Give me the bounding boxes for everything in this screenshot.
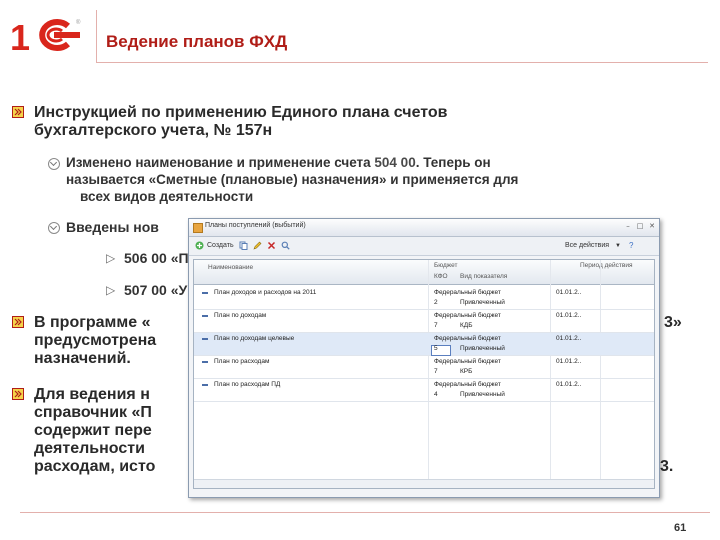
bullet-2-line-1-end: 3» <box>664 314 682 331</box>
row-item-icon <box>202 361 208 363</box>
chevron-down-icon[interactable]: ▼ <box>615 240 621 252</box>
row-type: Привлеченный <box>460 345 505 352</box>
row-period: 01.01.2.. <box>556 381 582 388</box>
sub-bullet-1-line-2: называется «Сметные (плановые) назначени… <box>66 172 519 187</box>
bullet-1-line-1: Инструкцией по применению Единого плана … <box>34 104 448 121</box>
edit-icon[interactable] <box>253 241 262 250</box>
triangle-bullet-icon: ▷ <box>106 283 116 297</box>
sub-bullet-chevron-icon <box>48 222 60 234</box>
row-name: План доходов и расходов на 2011 <box>214 289 317 296</box>
sub-bullet-1-line-1: Изменено наименование и применение счета… <box>66 155 491 170</box>
bullet-1-line-2: бухгалтерского учета, № 157н <box>34 122 273 139</box>
arrow-item-507: 507 00 «У <box>124 282 188 298</box>
row-kfo: 5 <box>434 345 438 352</box>
row-name: План по расходам <box>214 358 270 365</box>
row-budget: Федеральный бюджет <box>434 381 501 388</box>
table-row[interactable]: План доходов и расходов на 2011 Федераль… <box>194 287 654 310</box>
col-header-indicator-type[interactable]: Вид показателя <box>460 273 507 280</box>
sub-bullet-chevron-icon <box>48 158 60 170</box>
copy-icon[interactable] <box>239 241 248 250</box>
arrow-item-506: 506 00 «П <box>124 250 189 266</box>
bullet-3-line-3: содержит пере <box>34 422 152 439</box>
row-kfo: 7 <box>434 368 438 375</box>
col-header-period[interactable]: Период действия <box>580 262 632 269</box>
row-type: КРБ <box>460 368 473 375</box>
table-header: Наименование Бюджет КФО Вид показателя П… <box>194 260 654 285</box>
bullet-arrow-icon <box>12 316 24 328</box>
help-icon[interactable]: ? <box>629 240 633 252</box>
all-actions-menu[interactable]: Все действия <box>565 240 609 252</box>
plans-list-window: Планы поступлений (выбытий) – □ ✕ Создат… <box>188 218 660 498</box>
table-row[interactable]: План по доходам Федеральный бюджет 7 КДБ… <box>194 310 654 333</box>
row-period: 01.01.2.. <box>556 335 582 342</box>
header-divider-vertical <box>96 10 97 62</box>
row-period: 01.01.2.. <box>556 358 582 365</box>
svg-text:®: ® <box>76 19 81 26</box>
col-header-kfo[interactable]: КФО <box>434 273 448 280</box>
footer-divider <box>20 512 710 513</box>
bullet-2-line-1: В программе « <box>34 314 151 331</box>
row-name: План по доходам <box>214 312 267 319</box>
header-divider <box>96 62 708 63</box>
col-header-name[interactable]: Наименование <box>208 264 253 271</box>
logo-text: 1 <box>10 17 30 56</box>
bullet-3-line-4: деятельности <box>34 440 145 457</box>
row-kfo: 2 <box>434 299 438 306</box>
bullet-2-line-3: назначений. <box>34 350 131 367</box>
row-period: 01.01.2.. <box>556 289 582 296</box>
row-period: 01.01.2.. <box>556 312 582 319</box>
row-name: План по расходам ПД <box>214 381 281 388</box>
bullet-2-line-2: предусмотрена <box>34 332 157 349</box>
create-button[interactable]: Создать <box>207 240 234 252</box>
create-icon[interactable] <box>195 241 204 250</box>
table-row-selected[interactable]: План по доходам целевые Федеральный бюдж… <box>194 333 654 356</box>
row-kfo: 4 <box>434 391 438 398</box>
horizontal-scrollbar[interactable] <box>194 479 654 488</box>
row-budget: Федеральный бюджет <box>434 358 501 365</box>
row-type: Привлеченный <box>460 299 505 306</box>
row-budget: Федеральный бюджет <box>434 312 501 319</box>
row-item-icon <box>202 384 208 386</box>
window-toolbar: Создать Все действия ▼ ? <box>189 237 659 256</box>
row-type: Привлеченный <box>460 391 505 398</box>
window-app-icon <box>193 223 203 233</box>
window-titlebar[interactable]: Планы поступлений (выбытий) – □ ✕ <box>189 219 659 237</box>
maximize-icon[interactable]: □ <box>635 222 645 231</box>
page-title: Ведение планов ФХД <box>106 32 288 51</box>
row-item-icon <box>202 338 208 340</box>
row-name: План по доходам целевые <box>214 335 295 342</box>
sub-bullet-2-line-1: Введены нов <box>66 219 159 235</box>
sub-bullet-1-line-3: всех видов деятельности <box>80 189 254 204</box>
col-header-budget[interactable]: Бюджет <box>434 262 458 269</box>
find-icon[interactable] <box>281 241 290 250</box>
account-504-00: 504 00 <box>374 155 416 170</box>
delete-icon[interactable] <box>267 241 276 250</box>
row-budget: Федеральный бюджет <box>434 289 501 296</box>
page-number: 61 <box>674 522 687 534</box>
row-budget: Федеральный бюджет <box>434 335 501 342</box>
logo-1c: 1 ® <box>10 14 84 58</box>
table-row[interactable]: План по расходам ПД Федеральный бюджет 4… <box>194 379 654 402</box>
minimize-icon[interactable]: – <box>623 222 633 231</box>
triangle-bullet-icon: ▷ <box>106 251 116 265</box>
bullet-3-line-2: справочник «П <box>34 404 152 421</box>
bullet-arrow-icon <box>12 388 24 400</box>
row-item-icon <box>202 292 208 294</box>
bullet-arrow-icon <box>12 106 24 118</box>
row-type: КДБ <box>460 322 473 329</box>
table-row[interactable]: План по расходам Федеральный бюджет 7 КР… <box>194 356 654 379</box>
plans-table: Наименование Бюджет КФО Вид показателя П… <box>193 259 655 489</box>
row-kfo: 7 <box>434 322 438 329</box>
bullet-3-line-5: расходам, исто <box>34 458 156 475</box>
row-item-icon <box>202 315 208 317</box>
close-icon[interactable]: ✕ <box>647 222 657 231</box>
window-title: Планы поступлений (выбытий) <box>205 222 306 229</box>
bullet-3-line-1: Для ведения н <box>34 386 150 403</box>
bullet-3-line-5-end: 3. <box>660 458 674 475</box>
